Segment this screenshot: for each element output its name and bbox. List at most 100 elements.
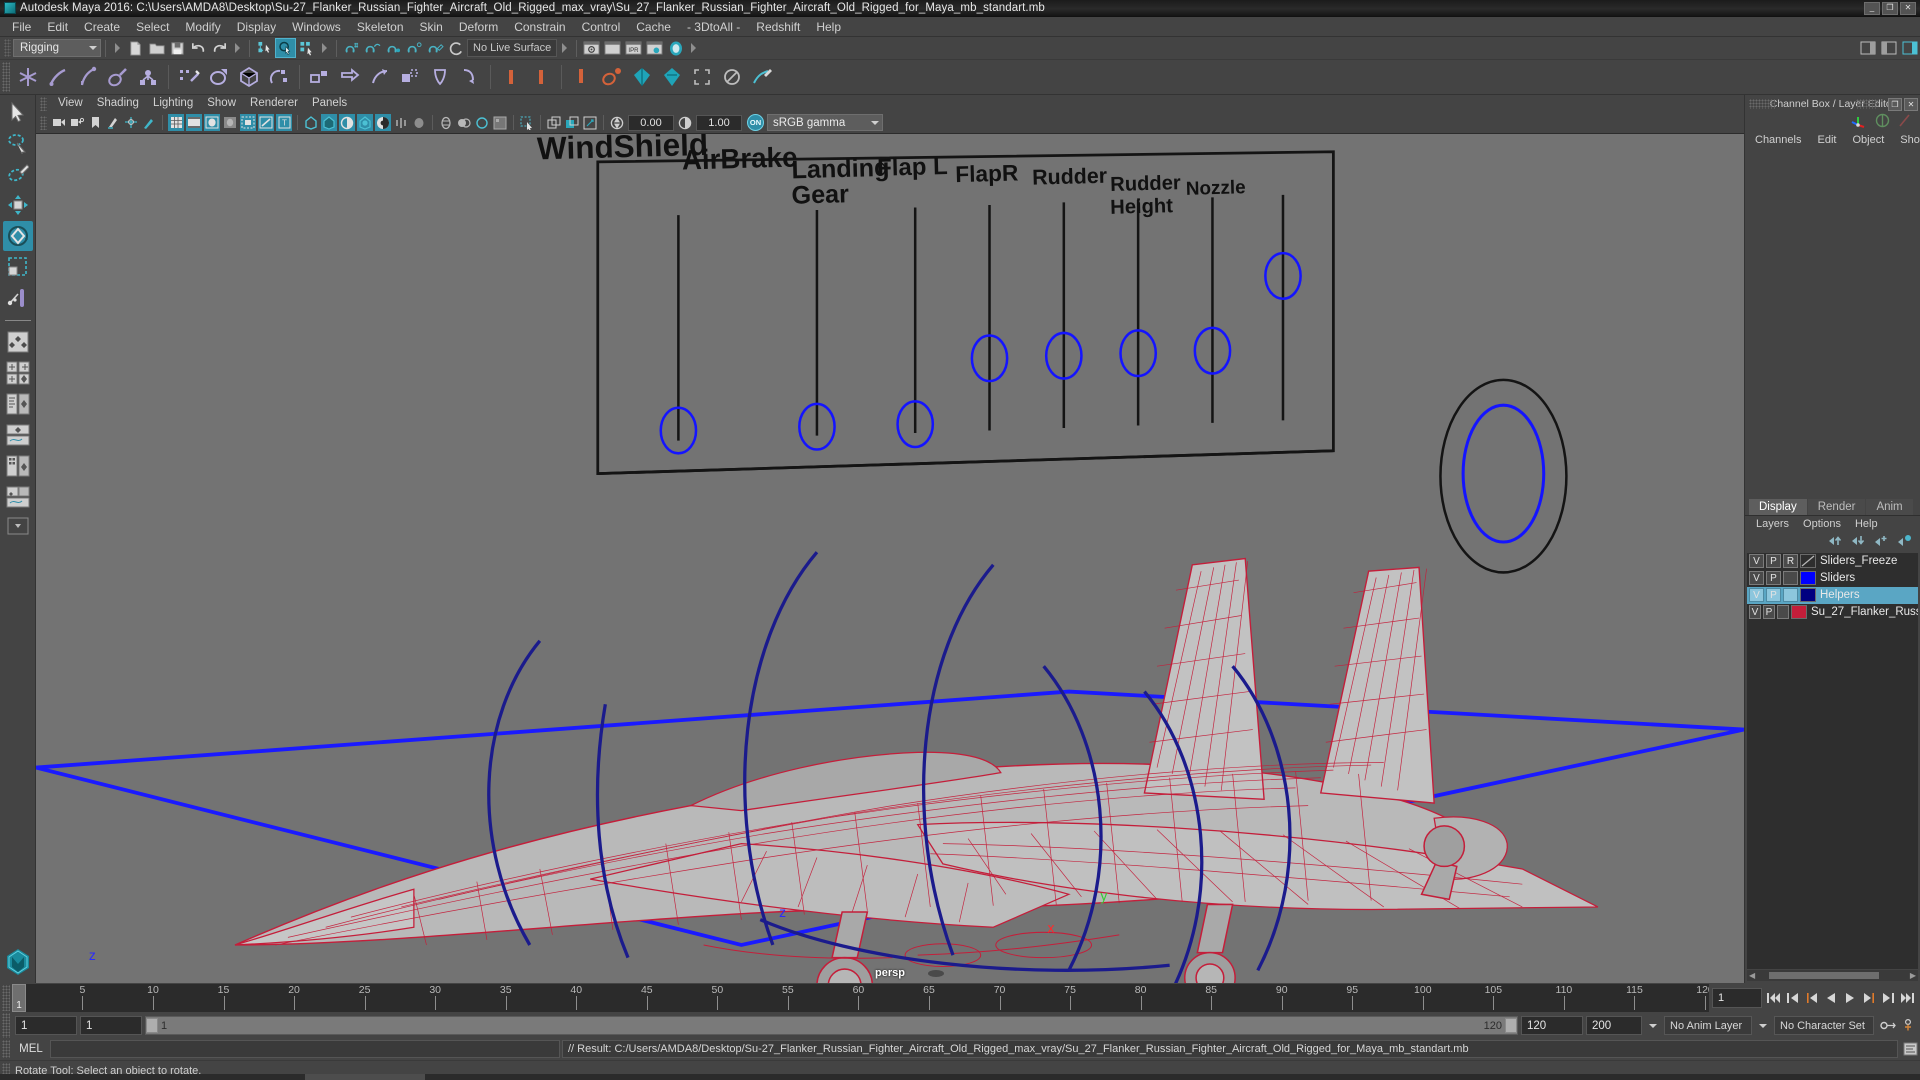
- render-current-frame-icon[interactable]: [581, 38, 602, 58]
- display-layer-list[interactable]: V P R Sliders_Freeze V P Sliders V P Hel…: [1747, 552, 1918, 621]
- menu-item-redshift[interactable]: Redshift: [748, 17, 808, 37]
- layer-color-swatch[interactable]: [1800, 554, 1816, 568]
- persp-viewport[interactable]: z y x z WindShield AirBrake Landing Gear…: [36, 134, 1744, 983]
- orange-marker-icon-2[interactable]: [526, 62, 556, 92]
- range-left-handle[interactable]: [146, 1018, 158, 1033]
- select-component-icon[interactable]: [296, 38, 317, 58]
- current-time-indicator[interactable]: 1: [12, 984, 26, 1012]
- anti-aliasing-icon[interactable]: [375, 114, 391, 131]
- color-profile-dropdown[interactable]: sRGB gamma: [767, 114, 883, 131]
- undo-icon[interactable]: [188, 38, 209, 58]
- statusline-grip[interactable]: [4, 39, 11, 57]
- open-scene-icon[interactable]: [146, 38, 167, 58]
- current-frame-field[interactable]: 1: [1712, 988, 1762, 1008]
- muscle-spline-icon[interactable]: [567, 62, 597, 92]
- tab-anim[interactable]: Anim: [1866, 498, 1913, 515]
- layer-playback-toggle-4[interactable]: P: [1762, 605, 1775, 619]
- layer-display-type-toggle-2[interactable]: [1783, 571, 1798, 585]
- new-layer-from-selection-icon[interactable]: [1897, 534, 1912, 550]
- command-language-label[interactable]: MEL: [14, 1043, 48, 1055]
- layer-menu-layers[interactable]: Layers: [1749, 518, 1796, 530]
- viewport-menu-shading[interactable]: Shading: [90, 95, 146, 112]
- menu-item-cache[interactable]: Cache: [628, 17, 679, 37]
- menu-item-skin[interactable]: Skin: [412, 17, 451, 37]
- layer-menu-help[interactable]: Help: [1848, 518, 1885, 530]
- channelbox-menu-object[interactable]: Object: [1844, 134, 1892, 146]
- viewport-tools-grip[interactable]: [40, 115, 47, 130]
- layer-visibility-toggle-4[interactable]: V: [1749, 605, 1761, 619]
- select-camera-icon[interactable]: [51, 114, 67, 131]
- paint-effects-icon[interactable]: [141, 114, 157, 131]
- time-slider-track[interactable]: 1 5 10 15 20 25 30 35 40 45 50 55 60 65 70 75 80 85 90 95 1…: [12, 984, 1709, 1012]
- menu-item-skeleton[interactable]: Skeleton: [349, 17, 412, 37]
- deform-wrap-icon[interactable]: [234, 62, 264, 92]
- wireframe-on-shaded-icon[interactable]: [456, 114, 472, 131]
- deform-cluster-icon[interactable]: [204, 62, 234, 92]
- two-d-pan-zoom-icon[interactable]: [123, 114, 139, 131]
- ik-handle-icon[interactable]: [43, 62, 73, 92]
- animation-preferences-icon[interactable]: [1900, 1016, 1920, 1036]
- layout-outliner-persp-button[interactable]: [3, 389, 33, 419]
- layer-row-helpers[interactable]: V P Helpers: [1747, 586, 1918, 604]
- make-live-icon[interactable]: [446, 38, 467, 58]
- save-scene-icon[interactable]: [167, 38, 188, 58]
- auto-keyframe-toggle-icon[interactable]: [1877, 1016, 1897, 1036]
- duplicate-view-teal-icon[interactable]: [564, 114, 580, 131]
- collapse-arrow-icon-2[interactable]: [235, 43, 240, 53]
- right-panel-grip[interactable]: [1749, 99, 1775, 109]
- render-view-icon[interactable]: [665, 38, 686, 58]
- channel-box-content[interactable]: [1745, 148, 1920, 497]
- live-surface-field[interactable]: No Live Surface: [467, 39, 557, 57]
- menu-item-create[interactable]: Create: [76, 17, 128, 37]
- ik-spline-handle-icon[interactable]: [73, 62, 103, 92]
- menu-item-help[interactable]: Help: [808, 17, 849, 37]
- resolution-gate-icon[interactable]: [204, 114, 220, 131]
- tear-off-view-icon[interactable]: [582, 114, 598, 131]
- select-object-icon[interactable]: [275, 38, 296, 58]
- undock-panel-button[interactable]: ❐: [1888, 97, 1902, 111]
- exposure-field[interactable]: 0.00: [628, 114, 674, 131]
- show-tool-settings-icon[interactable]: [1878, 38, 1899, 58]
- image-plane-icon[interactable]: [105, 114, 121, 131]
- layer-display-type-toggle[interactable]: R: [1783, 554, 1798, 568]
- layout-single-pane-button[interactable]: [3, 327, 33, 357]
- menu-item-deform[interactable]: Deform: [451, 17, 506, 37]
- minimize-button[interactable]: _: [1864, 1, 1880, 15]
- snap-projected-center-icon[interactable]: [404, 38, 425, 58]
- no-shading-icon[interactable]: [717, 62, 747, 92]
- render-settings-icon[interactable]: [644, 38, 665, 58]
- menu-item-3dtoall[interactable]: - 3DtoAll -: [679, 17, 748, 37]
- tab-render[interactable]: Render: [1807, 498, 1866, 515]
- snap-curve-icon[interactable]: [362, 38, 383, 58]
- camera-attributes-icon[interactable]: [69, 114, 85, 131]
- menu-item-modify[interactable]: Modify: [177, 17, 228, 37]
- move-layer-down-icon[interactable]: [1851, 534, 1866, 550]
- go-to-start-button[interactable]: [1765, 988, 1783, 1008]
- scroll-left-arrow-icon[interactable]: ◀: [1747, 971, 1757, 980]
- redo-icon[interactable]: [209, 38, 230, 58]
- play-backwards-button[interactable]: [1822, 988, 1840, 1008]
- step-back-frame-button[interactable]: [1803, 988, 1821, 1008]
- step-forward-keyframe-button[interactable]: [1879, 988, 1897, 1008]
- layer-playback-toggle[interactable]: P: [1766, 554, 1781, 568]
- right-panel-grip-2[interactable]: [1856, 99, 1878, 109]
- layer-row-sliders[interactable]: V P Sliders: [1747, 570, 1918, 587]
- viewport-menu-show[interactable]: Show: [200, 95, 243, 112]
- range-end-field[interactable]: 120: [1521, 1016, 1583, 1035]
- scroll-right-arrow-icon[interactable]: ▶: [1908, 971, 1918, 980]
- layer-row-sliders-freeze[interactable]: V P R Sliders_Freeze: [1747, 553, 1918, 570]
- pole-vector-constraint-icon[interactable]: [455, 62, 485, 92]
- all-lights-icon[interactable]: [321, 114, 337, 131]
- layer-list-horizontal-scrollbar[interactable]: ◀ ▶: [1747, 970, 1918, 981]
- deform-lattice-icon[interactable]: [174, 62, 204, 92]
- new-layer-icon[interactable]: [1874, 534, 1889, 550]
- snap-point-icon[interactable]: [383, 38, 404, 58]
- close-button[interactable]: ✕: [1900, 1, 1916, 15]
- maximize-button[interactable]: ❐: [1882, 1, 1898, 15]
- layer-playback-toggle-2[interactable]: P: [1766, 571, 1781, 585]
- layer-color-swatch-2[interactable]: [1800, 571, 1816, 585]
- character-set-dropdown[interactable]: No Character Set: [1774, 1016, 1874, 1035]
- viewport-menu-panels[interactable]: Panels: [305, 95, 354, 112]
- range-slider-grip[interactable]: [2, 1012, 10, 1039]
- ipr-render-icon[interactable]: IPR: [623, 38, 644, 58]
